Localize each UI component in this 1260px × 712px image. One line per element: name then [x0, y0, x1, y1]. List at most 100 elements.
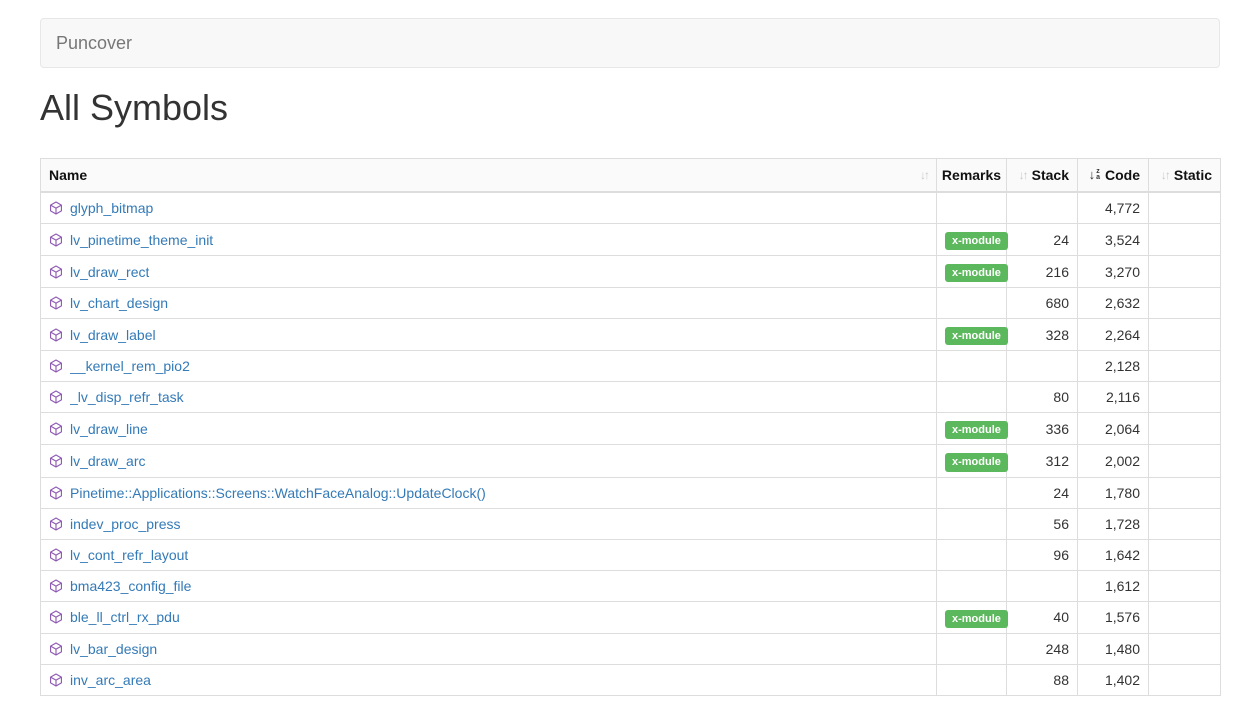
symbol-link[interactable]: bma423_config_file [70, 576, 191, 596]
page-container: Puncover All Symbols Name↓↑Remarks↓↑Stac… [40, 18, 1220, 696]
stack-value [1007, 570, 1078, 601]
cube-icon [49, 454, 63, 468]
column-label-remarks: Remarks [942, 167, 1001, 183]
symbol-link[interactable]: lv_draw_label [70, 325, 156, 345]
remarks-cell: x-module [937, 256, 1007, 288]
remarks-cell: x-module [937, 224, 1007, 256]
symbols-table-wrap: Name ↓↑ Remarks ↓↑ Stack ↓zaCode ↓↑ Static glyp… [40, 158, 1220, 696]
column-header-stack[interactable]: ↓↑ Stack [1007, 158, 1078, 192]
remarks-cell [937, 477, 1007, 508]
cube-icon [49, 517, 63, 531]
table-row: lv_draw_label x-module 328 2,264 [41, 319, 1221, 351]
static-value [1149, 445, 1221, 477]
table-row: Pinetime::Applications::Screens::WatchFa… [41, 477, 1221, 508]
code-value: 1,728 [1078, 508, 1149, 539]
symbol-link[interactable]: glyph_bitmap [70, 198, 153, 218]
table-row: lv_draw_rect x-module 216 3,270 [41, 256, 1221, 288]
cube-icon [49, 486, 63, 500]
stack-value: 56 [1007, 508, 1078, 539]
stack-value: 24 [1007, 224, 1078, 256]
table-row: lv_draw_line x-module 336 2,064 [41, 413, 1221, 445]
static-value [1149, 351, 1221, 382]
cube-icon [49, 328, 63, 342]
remarks-cell [937, 664, 1007, 695]
code-value: 1,642 [1078, 539, 1149, 570]
stack-value [1007, 351, 1078, 382]
symbol-link[interactable]: lv_chart_design [70, 293, 168, 313]
remarks-cell: x-module [937, 445, 1007, 477]
symbol-link[interactable]: __kernel_rem_pio2 [70, 356, 190, 376]
table-row: lv_pinetime_theme_init x-module 24 3,524 [41, 224, 1221, 256]
remarks-cell: x-module [937, 601, 1007, 633]
stack-value: 80 [1007, 382, 1078, 413]
symbols-table: Name ↓↑ Remarks ↓↑ Stack ↓zaCode ↓↑ Static glyp… [40, 158, 1221, 696]
code-value: 2,128 [1078, 351, 1149, 382]
static-value [1149, 633, 1221, 664]
code-value: 1,780 [1078, 477, 1149, 508]
table-row: lv_draw_arc x-module 312 2,002 [41, 445, 1221, 477]
symbol-link[interactable]: lv_bar_design [70, 639, 157, 659]
remarks-cell [937, 351, 1007, 382]
cube-icon [49, 642, 63, 656]
static-value [1149, 413, 1221, 445]
code-value: 2,064 [1078, 413, 1149, 445]
symbol-link[interactable]: lv_pinetime_theme_init [70, 230, 213, 250]
cube-icon [49, 359, 63, 373]
symbol-link[interactable]: lv_draw_arc [70, 451, 145, 471]
code-value: 1,480 [1078, 633, 1149, 664]
stack-value: 216 [1007, 256, 1078, 288]
code-value: 2,116 [1078, 382, 1149, 413]
xmodule-badge: x-module [945, 327, 1008, 345]
sort-unsorted-icon: ↓↑ [1161, 169, 1169, 181]
column-header-name[interactable]: Name ↓↑ [41, 158, 937, 192]
table-row: glyph_bitmap 4,772 [41, 192, 1221, 224]
column-label-name: Name [49, 167, 87, 183]
table-row: lv_cont_refr_layout 96 1,642 [41, 539, 1221, 570]
symbol-link[interactable]: lv_cont_refr_layout [70, 545, 188, 565]
stack-value: 96 [1007, 539, 1078, 570]
remarks-cell: x-module [937, 319, 1007, 351]
xmodule-badge: x-module [945, 232, 1008, 250]
stack-value: 40 [1007, 601, 1078, 633]
table-row: ble_ll_ctrl_rx_pdu x-module 40 1,576 [41, 601, 1221, 633]
stack-value: 24 [1007, 477, 1078, 508]
cube-icon [49, 265, 63, 279]
column-label-static: Static [1174, 167, 1212, 183]
symbol-link[interactable]: _lv_disp_refr_task [70, 387, 184, 407]
remarks-cell [937, 633, 1007, 664]
remarks-cell [937, 539, 1007, 570]
sort-unsorted-icon: ↓↑ [920, 169, 928, 181]
code-value: 2,264 [1078, 319, 1149, 351]
static-value [1149, 382, 1221, 413]
code-value: 1,402 [1078, 664, 1149, 695]
xmodule-badge: x-module [945, 421, 1008, 439]
column-header-code[interactable]: ↓zaCode [1078, 158, 1149, 192]
symbol-link[interactable]: lv_draw_rect [70, 262, 149, 282]
column-header-static[interactable]: ↓↑ Static [1149, 158, 1221, 192]
table-row: lv_bar_design 248 1,480 [41, 633, 1221, 664]
remarks-cell [937, 508, 1007, 539]
brand-link[interactable]: Puncover [41, 19, 147, 67]
cube-icon [49, 233, 63, 247]
column-header-remarks: Remarks [937, 158, 1007, 192]
static-value [1149, 664, 1221, 695]
code-value: 3,270 [1078, 256, 1149, 288]
symbol-link[interactable]: indev_proc_press [70, 514, 181, 534]
symbol-link[interactable]: Pinetime::Applications::Screens::WatchFa… [70, 483, 486, 503]
symbol-link[interactable]: inv_arc_area [70, 670, 151, 690]
cube-icon [49, 390, 63, 404]
sort-alpha-desc-icon: ↓za [1089, 168, 1100, 181]
remarks-cell [937, 570, 1007, 601]
stack-value: 336 [1007, 413, 1078, 445]
cube-icon [49, 579, 63, 593]
table-row: indev_proc_press 56 1,728 [41, 508, 1221, 539]
navbar: Puncover [40, 18, 1220, 68]
sort-unsorted-icon: ↓↑ [1019, 169, 1027, 181]
symbol-link[interactable]: lv_draw_line [70, 419, 148, 439]
column-label-stack: Stack [1032, 167, 1069, 183]
cube-icon [49, 296, 63, 310]
symbol-link[interactable]: ble_ll_ctrl_rx_pdu [70, 607, 180, 627]
remarks-cell [937, 192, 1007, 224]
xmodule-badge: x-module [945, 453, 1008, 471]
static-value [1149, 570, 1221, 601]
